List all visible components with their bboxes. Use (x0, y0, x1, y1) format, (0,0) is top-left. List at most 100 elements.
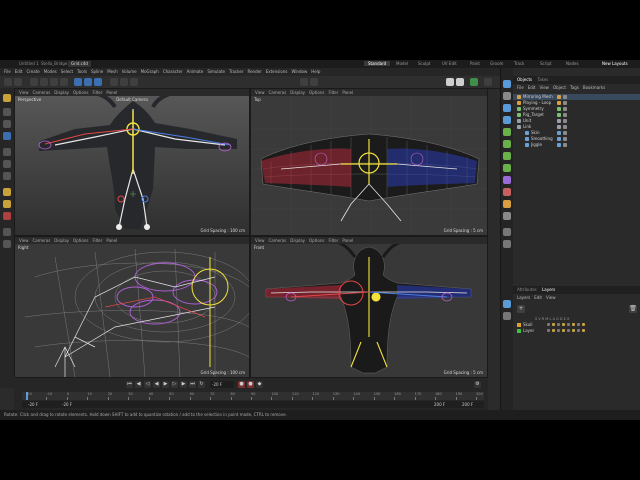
rotate-tool-icon[interactable] (94, 78, 102, 86)
record-icon[interactable]: ● (238, 381, 245, 388)
obj-menu-bookmarks[interactable]: Bookmarks (583, 85, 605, 90)
spline-icon[interactable] (503, 128, 511, 136)
tab-attributes[interactable]: Attributes (517, 287, 537, 292)
range-end-field-2[interactable]: 200 F (462, 401, 473, 408)
vp-menu-cameras[interactable]: Cameras (269, 90, 287, 95)
vp-menu-view[interactable]: View (255, 238, 265, 243)
visibility-icon[interactable] (563, 119, 567, 123)
go-to-end-icon[interactable]: ⏭ (189, 381, 196, 388)
layout-standard[interactable]: Standard (364, 61, 391, 66)
menu-modes[interactable]: Modes (44, 69, 57, 74)
keyframe-selection-icon[interactable]: ◆ (256, 381, 263, 388)
layer-flag-toggle[interactable] (567, 323, 570, 326)
field-icon[interactable] (503, 176, 511, 184)
object-mode-icon[interactable] (30, 78, 38, 86)
layer-flag-toggle[interactable] (582, 323, 585, 326)
extrude-icon[interactable] (3, 160, 11, 168)
range-start-field[interactable]: -20 F (28, 401, 38, 408)
menu-select[interactable]: Select (61, 69, 73, 74)
object-tag-icon[interactable] (557, 125, 561, 129)
vp-menu-display[interactable]: Display (290, 90, 305, 95)
menu-mesh[interactable]: Mesh (107, 69, 118, 74)
current-frame-field[interactable]: -20 F (210, 381, 234, 388)
menu-create[interactable]: Create (26, 69, 39, 74)
add-layer-icon[interactable]: + (517, 305, 525, 313)
visibility-icon[interactable] (563, 107, 567, 111)
loop-icon[interactable]: ↻ (198, 381, 205, 388)
cube-icon[interactable] (503, 104, 511, 112)
vp-menu-panel[interactable]: Panel (106, 90, 117, 95)
object-tag-icon[interactable] (557, 137, 561, 141)
bevel-icon[interactable] (3, 172, 11, 180)
vp-menu-view[interactable]: View (19, 238, 29, 243)
viewport-camera[interactable]: Default Camera (116, 97, 148, 102)
vp-menu-filter[interactable]: Filter (92, 90, 102, 95)
scene-icon[interactable] (503, 228, 511, 236)
tab-grid[interactable]: Grid.c4d (68, 61, 91, 67)
layout-groom[interactable]: Groom (490, 60, 503, 68)
layout-uvedit[interactable]: UV Edit (442, 60, 457, 68)
layer-row[interactable]: Layer (513, 328, 640, 334)
menu-edit[interactable]: Edit (15, 69, 23, 74)
knife-icon[interactable] (3, 148, 11, 156)
vp-menu-filter[interactable]: Filter (328, 238, 338, 243)
object-tag-icon[interactable] (557, 119, 561, 123)
frame-range-bar[interactable]: -20 F -20 F 200 F 200 F (22, 401, 484, 408)
menu-spline[interactable]: Spline (91, 69, 103, 74)
layer-flag-toggle[interactable] (582, 329, 585, 332)
menu-extensions[interactable]: Extensions (266, 69, 288, 74)
vp-menu-cameras[interactable]: Cameras (33, 238, 51, 243)
layers-menu-edit[interactable]: Edit (534, 295, 542, 300)
object-row[interactable]: Jiggle (513, 142, 640, 148)
tab-layers[interactable]: Layers (542, 287, 555, 292)
vp-menu-display[interactable]: Display (290, 238, 305, 243)
vp-menu-filter[interactable]: Filter (92, 238, 102, 243)
menu-character[interactable]: Character (163, 69, 183, 74)
obj-menu-object[interactable]: Object (553, 85, 566, 90)
menu-help[interactable]: Help (311, 69, 320, 74)
axis-lock-z-icon[interactable] (130, 78, 138, 86)
layer-flag-toggle[interactable] (552, 329, 555, 332)
vp-menu-cameras[interactable]: Cameras (33, 90, 51, 95)
scale-tool-icon[interactable] (84, 78, 92, 86)
delete-layer-icon[interactable]: 🗑 (629, 305, 637, 313)
new-layouts-button[interactable]: New Layouts (602, 60, 628, 68)
visibility-icon[interactable] (563, 143, 567, 147)
layer-flag-toggle[interactable] (562, 329, 565, 332)
move-icon[interactable] (3, 108, 11, 116)
edges-mode-icon[interactable] (50, 78, 58, 86)
points-mode-icon[interactable] (40, 78, 48, 86)
layer-flag-toggle[interactable] (572, 329, 575, 332)
visibility-icon[interactable] (563, 125, 567, 129)
takes-icon[interactable] (503, 92, 511, 100)
next-key-icon[interactable]: ▶ (180, 381, 187, 388)
globe-icon[interactable] (503, 300, 511, 308)
axis-lock-y-icon[interactable] (120, 78, 128, 86)
workplane-icon[interactable] (310, 78, 318, 86)
menu-tracker[interactable]: Tracker (229, 69, 243, 74)
vp-menu-cameras[interactable]: Cameras (269, 238, 287, 243)
layers-menu-view[interactable]: View (546, 295, 556, 300)
layer-color-swatch[interactable] (517, 329, 521, 333)
magnet-icon[interactable] (3, 228, 11, 236)
layer-flag-toggle[interactable] (562, 323, 565, 326)
obj-menu-tags[interactable]: Tags (570, 85, 579, 90)
sphere-icon[interactable] (503, 116, 511, 124)
object-tag-icon[interactable] (557, 131, 561, 135)
menu-tools[interactable]: Tools (77, 69, 87, 74)
range-start-field-2[interactable]: -20 F (62, 401, 72, 408)
layer-flag-toggle[interactable] (572, 323, 575, 326)
layer-flag-toggle[interactable] (547, 329, 550, 332)
menu-simulate[interactable]: Simulate (207, 69, 225, 74)
obj-menu-file[interactable]: File (517, 85, 524, 90)
next-frame-icon[interactable]: ▷ (171, 381, 178, 388)
undo-icon[interactable] (4, 78, 12, 86)
play-icon[interactable]: ▶ (162, 381, 169, 388)
viewport-top[interactable]: View Cameras Display Options Filter Panel Top… (250, 88, 488, 236)
snap-icon[interactable] (300, 78, 308, 86)
live-selection-icon[interactable] (3, 94, 11, 102)
menu-mograph[interactable]: MoGraph (141, 69, 159, 74)
visibility-icon[interactable] (563, 113, 567, 117)
interactive-render-icon[interactable] (484, 78, 492, 86)
layer-flag-toggle[interactable] (577, 329, 580, 332)
